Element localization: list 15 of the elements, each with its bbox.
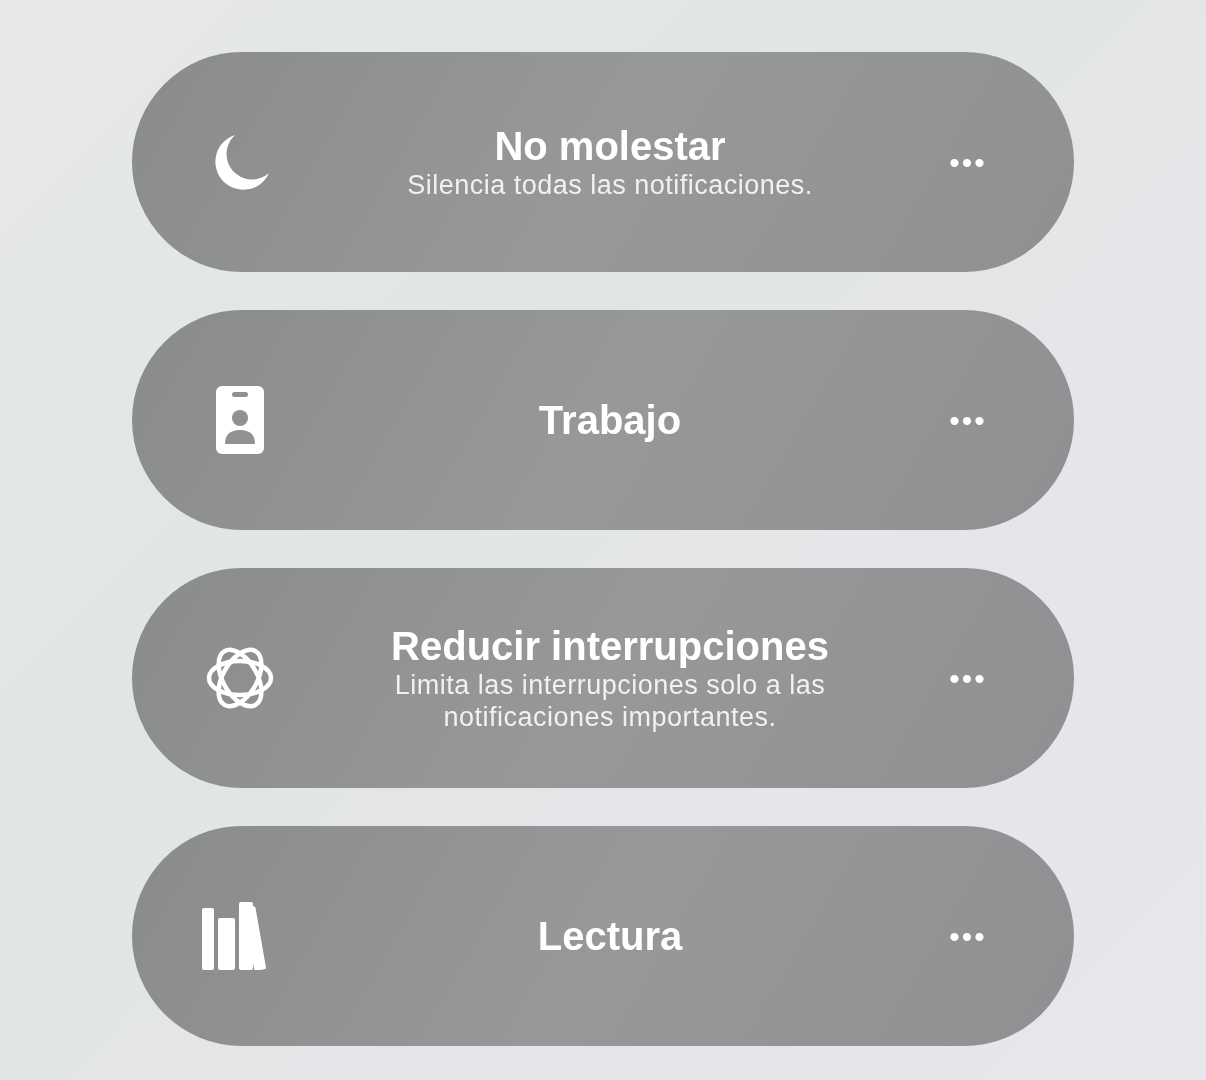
badge-icon	[216, 386, 264, 454]
more-button[interactable]: •••	[932, 139, 1004, 185]
mode-title: Trabajo	[538, 397, 682, 443]
focus-mode-button[interactable]: Trabajo •••	[132, 310, 1074, 530]
focus-mode-button[interactable]: Reducir interrupciones Limita las interrupciones solo a las notificaciones importantes. •••	[132, 568, 1074, 788]
focus-mode-button[interactable]: Lectura •••	[132, 826, 1074, 1046]
mode-title: No molestar	[494, 122, 726, 169]
more-button[interactable]: •••	[932, 397, 1004, 443]
mode-description: Silencia todas las notificaciones.	[407, 168, 813, 202]
more-button[interactable]: •••	[932, 655, 1004, 701]
mode-title: Lectura	[537, 913, 683, 959]
focus-mode-button[interactable]: No molestar Silencia todas las notificaciones. •••	[132, 52, 1074, 272]
more-button[interactable]: •••	[932, 913, 1004, 959]
mode-title: Reducir interrupciones	[391, 622, 829, 669]
mode-description: Limita las interrupciones solo a las notificaciones importantes.	[393, 668, 827, 734]
